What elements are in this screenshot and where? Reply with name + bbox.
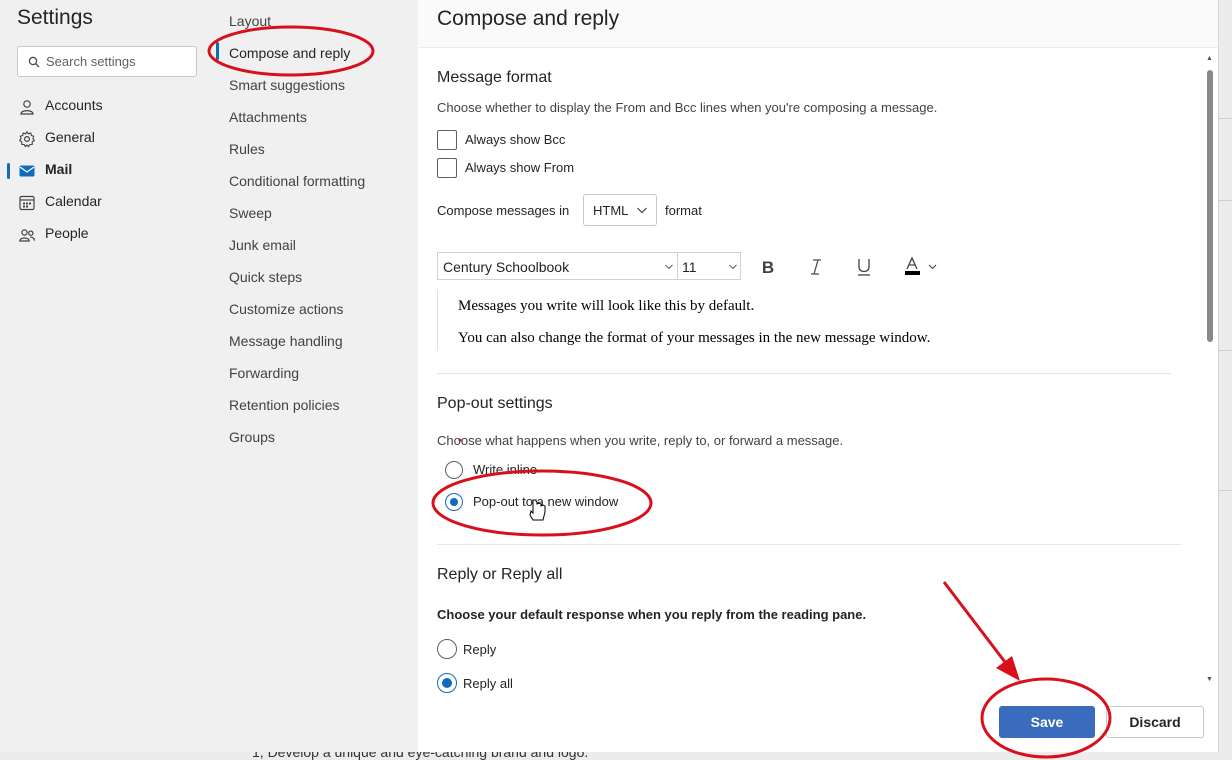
section-divider (437, 373, 1171, 374)
chevron-down-icon (665, 264, 673, 270)
subnav-attachments[interactable]: Attachments (229, 109, 307, 125)
scroll-up-arrow-icon[interactable]: ▲ (1206, 55, 1213, 62)
nav-item-label: Calendar (45, 193, 102, 209)
compose-format-value: HTML (593, 203, 629, 218)
nav-item-calendar[interactable]: Calendar (0, 187, 208, 217)
reply-radio[interactable] (437, 639, 457, 659)
subnav-compose-and-reply[interactable]: Compose and reply (229, 45, 350, 61)
nav-item-general[interactable]: General (0, 123, 208, 153)
write-inline-label: Write inline (473, 462, 538, 477)
person-icon (20, 100, 34, 115)
reply-heading: Reply or Reply all (437, 566, 563, 583)
subnav-junk-email[interactable]: Junk email (229, 237, 296, 253)
reply-all-label: Reply all (463, 676, 513, 691)
popout-heading: Pop-out settings (437, 395, 553, 412)
people-icon (19, 229, 36, 242)
preview-line-1: Messages you write will look like this b… (458, 298, 755, 314)
content-header: Compose and reply (418, 0, 1218, 48)
compose-format-dropdown[interactable]: HTML (583, 194, 657, 226)
subnav-smart-suggestions[interactable]: Smart suggestions (229, 77, 345, 93)
reply-label: Reply (463, 642, 497, 657)
subnav-message-handling[interactable]: Message handling (229, 333, 343, 349)
nav-item-label: People (45, 225, 89, 241)
scrollbar-thumb[interactable] (1207, 70, 1213, 342)
subnav-rules[interactable]: Rules (229, 141, 265, 157)
gear-icon (18, 130, 36, 148)
preview-line-2: You can also change the format of your m… (458, 330, 931, 346)
nav-item-label: Mail (45, 161, 73, 177)
chevron-down-icon (729, 264, 737, 270)
popout-description: Choose what happens when you write, repl… (437, 433, 844, 448)
font-family-dropdown[interactable]: Century Schoolbook (437, 252, 677, 280)
chevron-down-icon (637, 207, 647, 214)
background-divider (1218, 350, 1232, 351)
calendar-icon (19, 195, 35, 211)
subnav-groups[interactable]: Groups (229, 429, 275, 445)
underline-icon[interactable] (851, 254, 877, 280)
subnav-forwarding[interactable]: Forwarding (229, 365, 299, 381)
settings-dialog: Settings Accounts General Mail Calendar … (0, 0, 1218, 752)
reply-all-radio[interactable] (437, 673, 457, 693)
subnav-retention-policies[interactable]: Retention policies (229, 397, 340, 413)
reply-description: Choose your default response when you re… (437, 607, 867, 622)
always-show-from-checkbox[interactable] (437, 158, 457, 178)
svg-text:B: B (762, 258, 774, 277)
nav-item-mail[interactable]: Mail (0, 155, 208, 185)
active-indicator (216, 42, 219, 60)
compose-format-label: Compose messages in (437, 203, 570, 218)
message-format-description: Choose whether to display the From and B… (437, 100, 938, 115)
background-document (0, 752, 1232, 760)
subnav-customize-actions[interactable]: Customize actions (229, 301, 343, 317)
font-family-value: Century Schoolbook (443, 259, 570, 275)
page-title: Compose and reply (437, 7, 620, 30)
background-window-edge (1218, 0, 1232, 760)
compose-format-suffix: format (665, 203, 702, 218)
message-format-heading: Message format (437, 69, 552, 86)
settings-nav: Settings Accounts General Mail Calendar … (0, 0, 208, 752)
subnav-conditional-formatting[interactable]: Conditional formatting (229, 173, 365, 189)
nav-item-accounts[interactable]: Accounts (0, 91, 208, 121)
settings-title: Settings (17, 6, 93, 29)
background-divider (1218, 118, 1232, 119)
discard-button[interactable]: Discard (1106, 706, 1204, 738)
settings-content: Compose and reply ▲ ▼ Message format Cho… (418, 0, 1218, 752)
section-divider (437, 544, 1181, 545)
font-size-dropdown[interactable]: 11 (677, 252, 741, 280)
background-divider (1218, 490, 1232, 491)
bold-icon[interactable]: B (755, 254, 781, 280)
font-size-value: 11 (682, 259, 697, 275)
save-button[interactable]: Save (999, 706, 1095, 738)
italic-icon[interactable] (803, 254, 829, 280)
font-color-icon[interactable] (899, 254, 941, 280)
nav-item-label: Accounts (45, 97, 103, 113)
popout-window-label: Pop-out to a new window (473, 494, 619, 509)
background-divider (1218, 200, 1232, 201)
search-box[interactable] (17, 46, 197, 77)
write-inline-radio[interactable] (445, 461, 463, 479)
always-show-from-label: Always show From (465, 160, 575, 175)
subnav-layout[interactable]: Layout (229, 13, 271, 29)
active-indicator (7, 163, 10, 179)
nav-item-label: General (45, 129, 95, 145)
mail-icon (19, 165, 35, 177)
mail-settings-subnav: Layout Compose and reply Smart suggestio… (208, 0, 418, 752)
format-preview: Messages you write will look like this b… (437, 290, 1177, 350)
search-input[interactable] (46, 47, 194, 76)
scroll-down-arrow-icon[interactable]: ▼ (1206, 676, 1213, 683)
subnav-quick-steps[interactable]: Quick steps (229, 269, 302, 285)
search-icon (28, 56, 40, 68)
always-show-bcc-label: Always show Bcc (465, 132, 566, 147)
nav-item-people[interactable]: People (0, 219, 208, 249)
subnav-sweep[interactable]: Sweep (229, 205, 272, 221)
popout-window-radio[interactable] (445, 493, 463, 511)
always-show-bcc-checkbox[interactable] (437, 130, 457, 150)
